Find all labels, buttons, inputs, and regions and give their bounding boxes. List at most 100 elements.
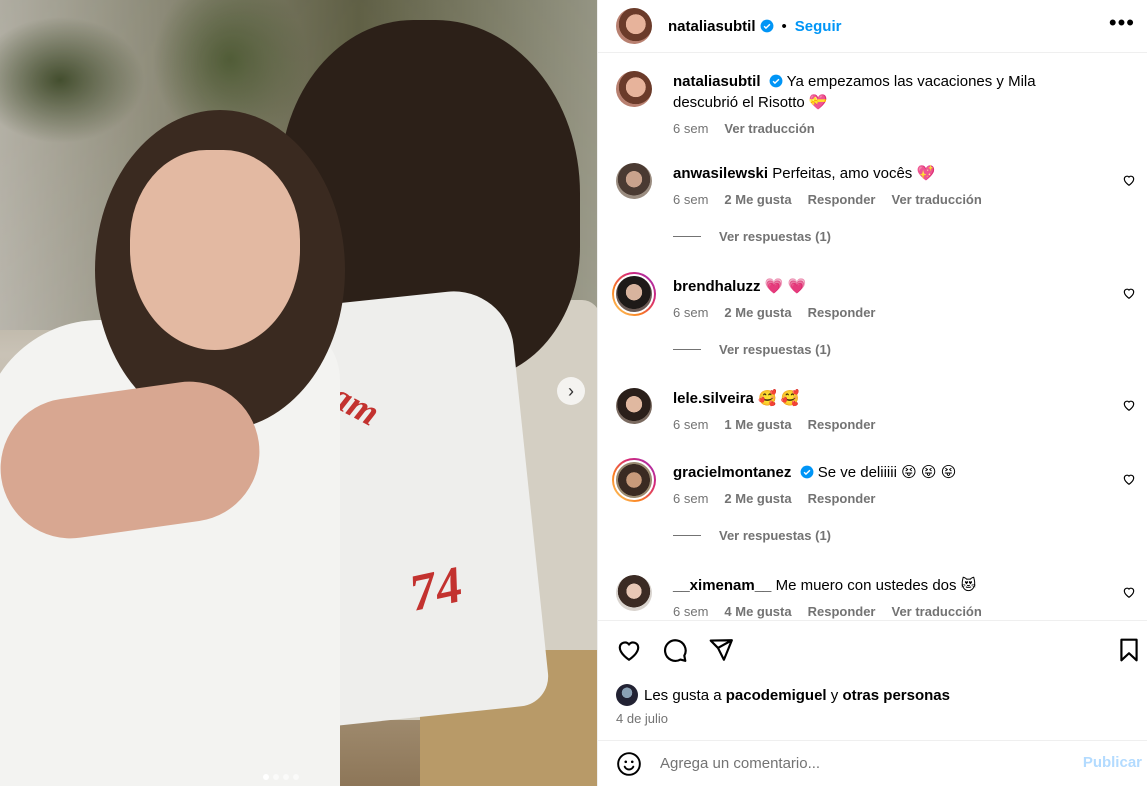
comment-like-icon[interactable] [1122,472,1136,486]
verified-badge-icon [769,74,783,88]
liker-username[interactable]: pacodemiguel [726,687,827,704]
caption-meta: 6 sem Ver traducción [673,121,1136,136]
comment-likes[interactable]: 2 Me gusta [724,491,791,506]
action-icons [616,637,734,663]
comment-text: gracielmontanez Se ve deliiiii 😝 😝 😝 [673,462,1103,483]
commenter-avatar[interactable] [616,163,652,199]
carousel-next-button[interactable]: › [557,377,585,405]
reply-button[interactable]: Responder [808,417,876,432]
comments-list[interactable]: nataliasubtil Ya empezamos las vacacione… [598,53,1147,620]
verified-badge-icon [760,19,773,33]
view-replies-button[interactable]: Ver respuestas (1) [673,342,1136,357]
comment-body: 🥰 🥰 [758,390,800,407]
view-replies-label: Ver respuestas (1) [719,528,832,543]
caption-username[interactable]: nataliasubtil [673,73,761,90]
verified-badge-icon [800,465,813,479]
commenter-username[interactable]: anwasilewski [673,165,768,182]
woman-face [130,150,300,350]
caption-time[interactable]: 6 sem [673,121,708,136]
likes-others-link[interactable]: otras personas [842,687,950,704]
author-avatar[interactable] [616,8,652,44]
comment-time[interactable]: 6 sem [673,305,708,320]
commenter-avatar[interactable] [612,458,656,502]
replies-divider [673,349,701,350]
post-date[interactable]: 4 de julio [616,711,668,726]
comment-time[interactable]: 6 sem [673,604,708,619]
replies-divider [673,535,701,536]
comment-like-icon[interactable] [1122,398,1136,412]
likes-conj: y [830,686,839,704]
comment-meta: 6 sem 2 Me gusta Responder [673,305,1136,320]
view-replies-button[interactable]: Ver respuestas (1) [673,528,1136,543]
comment-text: __ximenam__ Me muero con ustedes dos 😻 [673,575,1103,596]
comment-item: lele.silveira 🥰 🥰 6 sem 1 Me gusta Respo… [616,388,1136,432]
comment-likes[interactable]: 2 Me gusta [724,192,791,207]
comment-input[interactable] [660,755,1060,772]
comment-like-icon[interactable] [1122,173,1136,187]
view-replies-button[interactable]: Ver respuestas (1) [673,229,1136,244]
publish-button[interactable]: Publicar [1083,754,1142,771]
comment-item: brendhaluzz 💗 💗 6 sem 2 Me gusta Respond… [612,272,1136,357]
comment-item: anwasilewski Perfeitas, amo vocês 💖 6 se… [616,163,1136,244]
comment-meta: 6 sem 1 Me gusta Responder [673,417,1136,432]
carousel-dot [293,774,299,780]
comment-like-icon[interactable] [1122,286,1136,300]
view-replies-label: Ver respuestas (1) [719,229,832,244]
separator-dot: • [781,17,787,35]
liker-avatar[interactable] [616,684,638,706]
post-actions: Les gusta a pacodemiguel y otras persona… [598,620,1147,740]
reply-button[interactable]: Responder [808,604,876,619]
bookmark-icon [1120,638,1138,662]
comment-like-icon[interactable] [1122,585,1136,599]
likes-summary: Les gusta a pacodemiguel y otras persona… [616,684,950,706]
translate-link[interactable]: Ver traducción [892,192,982,207]
commenter-username[interactable]: brendhaluzz [673,278,761,295]
commenter-avatar[interactable] [612,272,656,316]
comment-body: Se ve deliiiii 😝 😝 😝 [817,464,957,481]
reply-button[interactable]: Responder [808,305,876,320]
comment-time[interactable]: 6 sem [673,491,708,506]
comment-icon[interactable] [662,637,688,663]
post-header: nataliasubtil • Seguir ••• [598,0,1147,53]
comment-likes[interactable]: 2 Me gusta [724,305,791,320]
comment-body: 💗 💗 [764,278,807,295]
comment-meta: 6 sem 2 Me gusta Responder Ver traducció… [673,192,1136,207]
emoji-icon[interactable] [616,751,642,777]
follow-button[interactable]: Seguir [795,18,842,35]
heart-icon[interactable] [616,637,642,663]
commenter-avatar-image [614,460,654,500]
caption-text: nataliasubtil Ya empezamos las vacacione… [673,71,1103,113]
carousel-dot [263,774,269,780]
comment-likes[interactable]: 1 Me gusta [724,417,791,432]
comment-time[interactable]: 6 sem [673,192,708,207]
commenter-username[interactable]: gracielmontanez [673,464,791,481]
comment-body: Me muero con ustedes dos 😻 [775,577,977,594]
commenter-avatar[interactable] [616,388,652,424]
author-username[interactable]: nataliasubtil [668,18,756,35]
reply-button[interactable]: Responder [808,192,876,207]
comment-likes[interactable]: 4 Me gusta [724,604,791,619]
comment-item: gracielmontanez Se ve deliiiii 😝 😝 😝 6 s… [612,458,1136,543]
commenter-avatar-image [614,274,654,314]
reply-button[interactable]: Responder [808,491,876,506]
comment-text: brendhaluzz 💗 💗 [673,276,1103,297]
caption: nataliasubtil Ya empezamos las vacacione… [616,71,1136,136]
commenter-avatar[interactable] [616,575,652,611]
commenter-username[interactable]: __ximenam__ [673,577,771,594]
bookmark-button[interactable] [1116,637,1142,668]
carousel-dot [273,774,279,780]
likes-prefix: Les gusta a [644,686,722,704]
comment-item: __ximenam__ Me muero con ustedes dos 😻 6… [616,575,1136,619]
send-icon[interactable] [708,637,734,663]
more-horizontal-icon[interactable]: ••• [1109,12,1135,34]
comment-body: Perfeitas, amo vocês 💖 [772,165,936,182]
chevron-right-icon: › [568,380,574,401]
translate-link[interactable]: Ver traducción [724,121,814,136]
comment-composer: Publicar [598,740,1147,786]
translate-link[interactable]: Ver traducción [892,604,982,619]
comment-meta: 6 sem 4 Me gusta Responder Ver traducció… [673,604,1136,619]
commenter-username[interactable]: lele.silveira [673,390,754,407]
post-photo[interactable]: y team 74 › [0,0,597,786]
author-avatar[interactable] [616,71,652,107]
comment-time[interactable]: 6 sem [673,417,708,432]
